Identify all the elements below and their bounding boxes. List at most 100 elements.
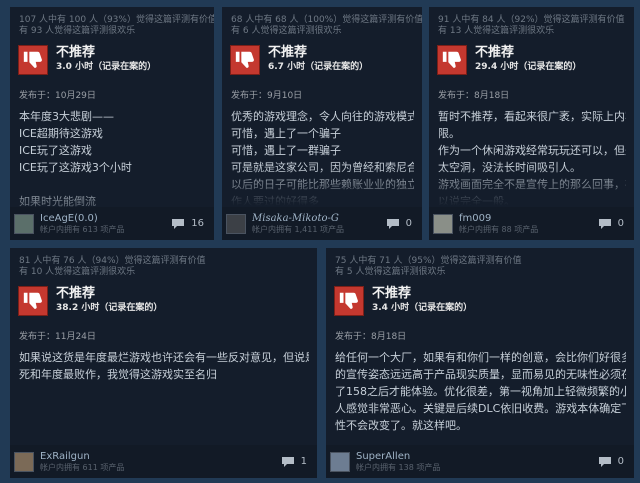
review-line: 性不会改变了。就这样吧。 <box>335 419 467 432</box>
comment-button[interactable]: 1 <box>281 456 307 468</box>
verdict-label: 不推荐 <box>475 45 515 60</box>
thumbs-down-icon <box>18 286 48 316</box>
comment-count: 1 <box>300 456 307 467</box>
products-owned: 帐户内拥有 613 项产品 <box>40 224 125 234</box>
hours-played: 6.7 小时（记录在案的） <box>268 62 369 72</box>
review-line: 作为一个休闲游戏经常玩玩还可以，但是内容 <box>438 144 626 157</box>
helpful-count: 81 人中有 76 人（94%）觉得这篇评测有价值 <box>19 256 206 266</box>
review-body[interactable]: 给任何一个大厂，如果有和你们一样的创意，会比你们好很多倍。你们的宣传姿态远远高于… <box>335 349 626 434</box>
comment-button[interactable]: 0 <box>386 218 412 230</box>
review-line: 优秀的游戏理念，令人向往的游戏模式 <box>231 110 414 123</box>
comment-icon <box>598 456 611 467</box>
comment-icon <box>172 218 185 229</box>
comment-button[interactable]: 0 <box>598 218 624 230</box>
comment-count: 0 <box>405 218 412 229</box>
review-line: 人感觉非常恶心。关键是后续DLC依旧收费。游戏本体确定下来的游戏 <box>335 402 626 415</box>
review-card: 91 人中有 84 人（92%）觉得这篇评测有价值 有 13 人觉得这篇评测很欢… <box>429 7 634 240</box>
products-owned: 帐户内拥有 1,411 项产品 <box>252 224 344 234</box>
review-footer: SuperAllen 帐户内拥有 138 项产品 0 <box>326 445 634 478</box>
post-date: 发布于：11月24日 <box>19 332 96 342</box>
review-verdict[interactable]: 不推荐 3.0 小时（记录在案的） <box>18 45 214 75</box>
review-line: 太空洞，没法长时间吸引人。 <box>438 161 581 174</box>
review-body[interactable]: 优秀的游戏理念，令人向往的游戏模式 可惜，遇上了一个骗子 可惜，遇上了一群骗子可是就… <box>231 108 414 210</box>
review-line: 死和年度最败作，我觉得这游戏实至名归 <box>19 368 217 381</box>
thumbs-down-icon <box>18 45 48 75</box>
review-line: 本年度3大悲剧—— <box>19 110 114 123</box>
review-card: 75 人中有 71 人（95%）觉得这篇评测有价值 有 5 人觉得这篇评测很欢乐… <box>326 248 634 478</box>
review-body[interactable]: 暂时不推荐，看起来很广袤，实际上内容很有限。作为一个休闲游戏经常玩玩还可以，但是… <box>438 108 626 210</box>
review-line: 游戏画面完全不是宣传上的那么回事，甚至可 <box>438 178 626 191</box>
review-line: 的宣传姿态远远高于产品现实质量，显而易见的无味性必须在玩家支付 <box>335 368 626 381</box>
review-verdict[interactable]: 不推荐 38.2 小时（记录在案的） <box>18 286 317 316</box>
review-footer: ExRailgun 帐户内拥有 611 项产品 1 <box>10 445 317 478</box>
helpful-stat: 81 人中有 76 人（94%）觉得这篇评测有价值 有 10 人觉得这篇评测很欢… <box>10 248 317 278</box>
review-line: ICE玩了这游戏 <box>19 144 92 157</box>
comment-icon <box>598 218 611 229</box>
review-footer: fm009 帐户内拥有 88 项产品 0 <box>429 207 634 240</box>
review-line: 限。 <box>438 127 460 140</box>
review-line: 以后的日子可能比那些赖账业业的独立游戏制 <box>231 178 414 191</box>
review-line: ICE超期待这游戏 <box>19 127 103 140</box>
post-date: 发布于：8月18日 <box>335 332 407 342</box>
helpful-stat: 91 人中有 84 人（92%）觉得这篇评测有价值 有 13 人觉得这篇评测很欢… <box>429 7 634 37</box>
comment-icon <box>386 218 399 229</box>
comment-button[interactable]: 16 <box>171 218 204 230</box>
thumbs-down-icon <box>334 286 364 316</box>
avatar[interactable] <box>14 451 34 472</box>
review-line <box>19 176 206 193</box>
funny-count: 有 10 人觉得这篇评测很欢乐 <box>19 267 136 277</box>
review-verdict[interactable]: 不推荐 29.4 小时（记录在案的） <box>437 45 634 75</box>
review-footer: Misaka-Mikoto-G 帐户内拥有 1,411 项产品 0 <box>222 207 422 240</box>
user-name[interactable]: SuperAllen <box>356 451 598 463</box>
verdict-label: 不推荐 <box>56 286 96 301</box>
helpful-stat: 75 人中有 71 人（95%）觉得这篇评测有价值 有 5 人觉得这篇评测很欢乐 <box>326 248 634 278</box>
helpful-count: 107 人中有 100 人（93%）觉得这篇评测有价值 <box>19 15 214 25</box>
review-body[interactable]: 如果说这货是年度最烂游戏也许还会有一些反对意见，但说是年度最爆死和年度最败作，我… <box>19 349 309 383</box>
funny-count: 有 5 人觉得这篇评测很欢乐 <box>335 267 446 277</box>
avatar[interactable] <box>330 451 350 472</box>
review-card: 68 人中有 68 人（100%）觉得这篇评测有价值 有 6 人觉得这篇评测很欢… <box>222 7 422 240</box>
helpful-stat: 68 人中有 68 人（100%）觉得这篇评测有价值 有 6 人觉得这篇评测很欢… <box>222 7 422 37</box>
products-owned: 帐户内拥有 138 项产品 <box>356 462 441 472</box>
review-line: 了158之后才能体验。优化很差，第一视角加上轻微频繁的小卡顿，让 <box>335 385 626 398</box>
avatar[interactable] <box>433 213 453 234</box>
avatar[interactable] <box>226 213 246 234</box>
hours-played: 3.4 小时（记录在案的） <box>372 303 473 313</box>
user-name[interactable]: Misaka-Mikoto-G <box>252 213 386 225</box>
user-name[interactable]: ExRailgun <box>40 451 281 463</box>
products-owned: 帐户内拥有 611 项产品 <box>40 462 125 472</box>
review-line: 可是就是这家公司，因为曾经和索尼合作过 <box>231 161 414 174</box>
review-line: 给任何一个大厂，如果有和你们一样的创意，会比你们好很多倍。你们 <box>335 351 626 364</box>
user-name[interactable]: IceAgE(0.0) <box>40 213 171 225</box>
review-verdict[interactable]: 不推荐 3.4 小时（记录在案的） <box>334 286 634 316</box>
helpful-count: 75 人中有 71 人（95%）觉得这篇评测有价值 <box>335 256 522 266</box>
post-date: 发布于：10月29日 <box>19 91 96 101</box>
comment-button[interactable]: 0 <box>598 456 624 468</box>
hours-played: 3.0 小时（记录在案的） <box>56 62 157 72</box>
review-line: ICE玩了这游戏3个小时 <box>19 161 132 174</box>
thumbs-down-icon <box>437 45 467 75</box>
hours-played: 38.2 小时（记录在案的） <box>56 303 163 313</box>
comment-icon <box>281 456 294 467</box>
thumbs-down-icon <box>230 45 260 75</box>
hours-played: 29.4 小时（记录在案的） <box>475 62 582 72</box>
funny-count: 有 13 人觉得这篇评测很欢乐 <box>438 26 555 36</box>
verdict-label: 不推荐 <box>268 45 308 60</box>
review-line: 可惜，遇上了一群骗子 <box>231 144 341 157</box>
helpful-stat: 107 人中有 100 人（93%）觉得这篇评测有价值 有 93 人觉得这篇评测… <box>10 7 214 37</box>
funny-count: 有 6 人觉得这篇评测很欢乐 <box>231 26 342 36</box>
post-date: 发布于：9月10日 <box>231 91 303 101</box>
review-card: 107 人中有 100 人（93%）觉得这篇评测有价值 有 93 人觉得这篇评测… <box>10 7 214 240</box>
helpful-count: 91 人中有 84 人（92%）觉得这篇评测有价值 <box>438 15 625 25</box>
funny-count: 有 93 人觉得这篇评测很欢乐 <box>19 26 136 36</box>
review-footer: IceAgE(0.0) 帐户内拥有 613 项产品 16 <box>10 207 214 240</box>
helpful-count: 68 人中有 68 人（100%）觉得这篇评测有价值 <box>231 15 422 25</box>
post-date: 发布于：8月18日 <box>438 91 510 101</box>
comment-count: 0 <box>617 456 624 467</box>
review-line: 暂时不推荐，看起来很广袤，实际上内容很有 <box>438 110 626 123</box>
avatar[interactable] <box>14 213 34 234</box>
review-verdict[interactable]: 不推荐 6.7 小时（记录在案的） <box>230 45 422 75</box>
verdict-label: 不推荐 <box>56 45 96 60</box>
user-name[interactable]: fm009 <box>459 213 598 225</box>
review-line: 可惜，遇上了一个骗子 <box>231 127 341 140</box>
